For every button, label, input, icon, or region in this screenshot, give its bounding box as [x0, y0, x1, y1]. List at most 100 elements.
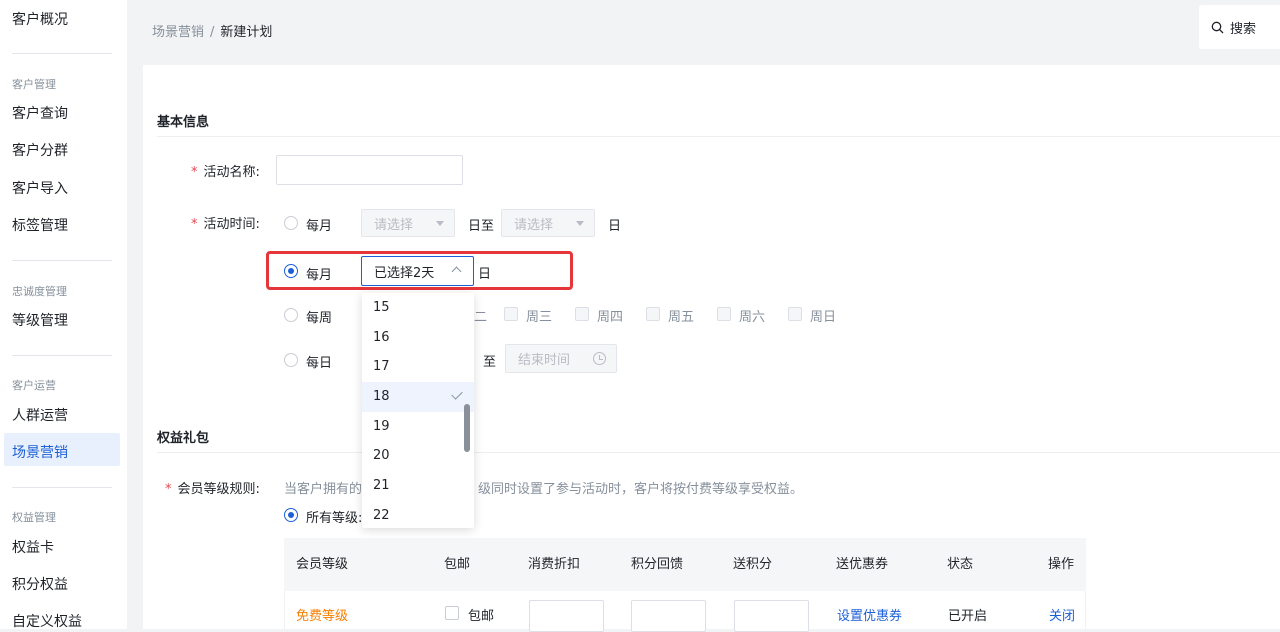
th-action: 操作 [1048, 557, 1075, 572]
member-rule-label: * 会员等级规则: [165, 478, 260, 497]
option-weekly-label: 每周 [306, 311, 333, 326]
sidebar-item-customer-overview[interactable]: 客户概况 [12, 9, 68, 29]
checkbox-wed[interactable] [504, 307, 518, 321]
checkbox-sat[interactable] [717, 307, 731, 321]
activity-name-input[interactable] [276, 155, 463, 185]
divider [12, 260, 112, 261]
dropdown-option[interactable]: 19 [362, 412, 474, 442]
end-time-placeholder: 结束时间 [518, 353, 571, 368]
member-rule-hint-right: 级同时设置了参与活动时，客户将按付费等级享受权益。 [478, 482, 804, 497]
weekday-fri-label: 周五 [668, 310, 695, 325]
dropdown-option-selected[interactable]: 18 [362, 382, 474, 412]
dropdown-scrollbar[interactable] [464, 404, 470, 452]
radio-monthly-range[interactable] [284, 216, 298, 230]
chevron-up-icon [451, 266, 462, 277]
weekday-sun-label: 周日 [810, 310, 837, 325]
checkbox-sun[interactable] [788, 307, 802, 321]
close-action-link[interactable]: 关闭 [1049, 605, 1075, 624]
dropdown-option-selected-label: 18 [373, 389, 390, 405]
option-monthly-range-label: 每月 [306, 219, 333, 234]
section-divider [157, 136, 1280, 137]
divider [12, 53, 112, 54]
dropdown-option[interactable]: 22 [362, 501, 474, 528]
sidebar-item-crowd-ops[interactable]: 人群运营 [12, 405, 68, 425]
option-monthly-days-label: 每月 [306, 268, 333, 283]
divider [12, 487, 112, 488]
sidebar-group-customer-management: 客户管理 [12, 78, 56, 91]
clock-icon [593, 352, 606, 365]
sidebar: 客户概况 客户管理 客户查询 客户分群 客户导入 标签管理 忠诚度管理 等级管理… [0, 0, 127, 631]
member-rule-hint-left: 当客户拥有的 [284, 482, 363, 497]
radio-monthly-days[interactable] [284, 264, 298, 278]
dropdown-option[interactable]: 20 [362, 441, 474, 471]
sidebar-group-operations: 客户运营 [12, 379, 56, 392]
benefits-table-header: 会员等级 包邮 消费折扣 积分回馈 送积分 送优惠券 状态 操作 [284, 538, 1086, 591]
monthly-days-value: 已选择2天 [374, 265, 435, 281]
sidebar-item-scene-marketing[interactable]: 场景营销 [12, 442, 68, 462]
sidebar-item-custom-benefit[interactable]: 自定义权益 [12, 611, 82, 631]
required-mark: * [191, 165, 198, 180]
weekday-tue-label: 二 [474, 310, 488, 325]
free-shipping-checkbox[interactable] [445, 606, 459, 620]
th-points-reward: 积分回馈 [631, 557, 684, 572]
checkbox-fri[interactable] [646, 307, 660, 321]
monthly-range-mid: 日至 [468, 219, 495, 234]
dropdown-option[interactable]: 17 [362, 352, 474, 382]
monthly-to-placeholder: 请选择 [514, 217, 554, 233]
dropdown-option[interactable]: 16 [362, 323, 474, 353]
section-title-benefits: 权益礼包 [157, 431, 210, 446]
day-dropdown: 15 16 17 18 19 20 21 22 [362, 293, 474, 528]
activity-time-label-text: 活动时间: [203, 217, 260, 232]
sidebar-item-customer-import[interactable]: 客户导入 [12, 178, 68, 198]
row-level-name: 免费等级 [296, 609, 349, 624]
member-rule-label-text: 会员等级规则: [177, 482, 260, 497]
search-label: 搜索 [1230, 21, 1257, 37]
all-levels-label: 所有等级: [306, 511, 363, 526]
sidebar-item-customer-query[interactable]: 客户查询 [12, 103, 68, 123]
breadcrumb: 场景营销 / 新建计划 [152, 21, 272, 40]
dropdown-option[interactable]: 15 [362, 293, 474, 323]
sidebar-item-benefit-card[interactable]: 权益卡 [12, 537, 54, 557]
option-daily-label: 每日 [306, 356, 333, 371]
th-free-shipping: 包邮 [444, 557, 471, 572]
monthly-days-select[interactable]: 已选择2天 [361, 256, 474, 286]
free-shipping-label: 包邮 [468, 609, 495, 624]
sidebar-item-customer-grouping[interactable]: 客户分群 [12, 140, 68, 160]
end-time-input[interactable]: 结束时间 [505, 344, 617, 373]
dropdown-option[interactable]: 21 [362, 471, 474, 501]
radio-daily[interactable] [284, 353, 298, 367]
breadcrumb-current: 新建计划 [220, 25, 273, 40]
checkbox-thu[interactable] [575, 307, 589, 321]
sidebar-item-tag-management[interactable]: 标签管理 [12, 215, 68, 235]
required-mark: * [165, 482, 172, 497]
breadcrumb-separator: / [210, 25, 215, 40]
search-button[interactable]: 搜索 [1199, 5, 1280, 49]
set-coupon-link[interactable]: 设置优惠券 [837, 605, 902, 624]
section-title-basic: 基本信息 [157, 115, 210, 130]
section-divider [157, 452, 1280, 453]
radio-weekly[interactable] [284, 308, 298, 322]
table-row: 免费等级 包邮 设置优惠券 已开启 关闭 [284, 591, 1086, 632]
monthly-to-select[interactable]: 请选择 [501, 209, 595, 237]
caret-down-icon [576, 221, 584, 226]
monthly-days-suffix: 日 [478, 267, 492, 282]
activity-name-label: * 活动名称: [191, 161, 260, 180]
breadcrumb-link-scene-marketing[interactable]: 场景营销 [152, 25, 204, 40]
status-text: 已开启 [948, 609, 988, 624]
monthly-from-placeholder: 请选择 [374, 217, 414, 233]
daily-to-label: 至 [483, 355, 497, 370]
sidebar-item-level-management[interactable]: 等级管理 [12, 310, 68, 330]
monthly-from-select[interactable]: 请选择 [361, 209, 455, 237]
gift-points-input[interactable] [734, 600, 809, 632]
caret-down-icon [436, 221, 444, 226]
activity-time-label: * 活动时间: [191, 213, 260, 232]
th-status: 状态 [947, 557, 974, 572]
weekday-wed-label: 周三 [526, 310, 553, 325]
radio-all-levels[interactable] [284, 508, 298, 522]
weekday-sat-label: 周六 [739, 310, 766, 325]
sidebar-item-points-benefit[interactable]: 积分权益 [12, 574, 68, 594]
divider [12, 355, 112, 356]
check-icon [451, 388, 463, 400]
points-reward-input[interactable] [631, 600, 706, 632]
discount-input[interactable] [529, 600, 604, 632]
